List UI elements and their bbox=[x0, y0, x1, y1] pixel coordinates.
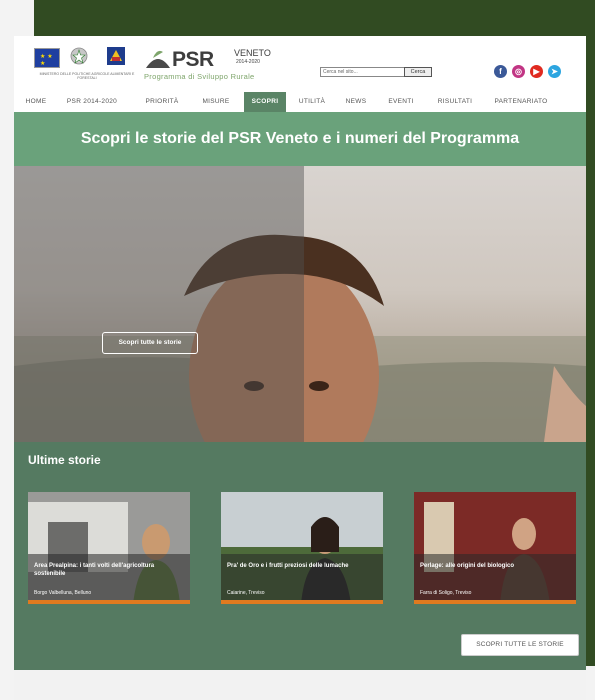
nav-item-psr[interactable]: PSR 2014-2020 bbox=[62, 92, 122, 112]
story-card-place: Caiarine, Treviso bbox=[227, 590, 265, 596]
story-card-place: Farra di Soligo, Treviso bbox=[420, 590, 472, 596]
nav-item-misure[interactable]: MISURE bbox=[196, 92, 236, 112]
stories-heading: Ultime storie bbox=[28, 453, 101, 467]
psr-logo[interactable]: PSR VENETO 2014-2020 Programma di Svilup… bbox=[144, 46, 294, 86]
story-card[interactable]: Pra' de Oro e i frutti preziosi delle lu… bbox=[221, 492, 383, 604]
nav-item-home[interactable]: HOME bbox=[20, 92, 52, 112]
eu-flag-icon: ★ ★ ★ bbox=[34, 48, 60, 68]
ministry-text: MINISTERO DELLE POLITICHE AGRICOLE ALIME… bbox=[39, 72, 135, 80]
nav-item-news[interactable]: NEWS bbox=[340, 92, 372, 112]
story-card-accent bbox=[221, 600, 383, 604]
instagram-icon[interactable]: ◎ bbox=[512, 65, 525, 78]
nav-item-utilita[interactable]: UTILITÀ bbox=[294, 92, 330, 112]
story-card-title: Area Prealpina: i tanti volti dell'agric… bbox=[34, 563, 155, 577]
story-card-caption: Area Prealpina: i tanti volti dell'agric… bbox=[28, 554, 190, 600]
story-card[interactable]: Area Prealpina: i tanti volti dell'agric… bbox=[28, 492, 190, 604]
top-frame-bar bbox=[34, 0, 595, 36]
nav-item-eventi[interactable]: EVENTI bbox=[382, 92, 420, 112]
title-band: Scopri le storie del PSR Veneto e i nume… bbox=[14, 112, 586, 166]
facebook-icon[interactable]: f bbox=[494, 65, 507, 78]
side-frame-bar bbox=[586, 36, 595, 666]
story-card-caption: Perlage: alle origini del biologico Farr… bbox=[414, 554, 576, 600]
story-card-title: Perlage: alle origini del biologico bbox=[420, 563, 515, 569]
main-nav: HOME PSR 2014-2020 PRIORITÀ MISURE SCOPR… bbox=[14, 92, 586, 112]
nav-item-scopri[interactable]: SCOPRI bbox=[244, 92, 286, 112]
telegram-icon[interactable]: ➤ bbox=[548, 65, 561, 78]
psr-leaf-logo-icon bbox=[146, 50, 170, 68]
all-stories-button[interactable]: SCOPRI TUTTE LE STORIE bbox=[461, 634, 579, 656]
youtube-icon[interactable]: ▶ bbox=[530, 65, 543, 78]
footer-area bbox=[14, 670, 586, 700]
story-card-place: Borgo Valbelluna, Belluno bbox=[34, 590, 92, 596]
hero-image: Scopri tutte le storie bbox=[14, 166, 586, 442]
story-card-caption: Pra' de Oro e i frutti preziosi delle lu… bbox=[221, 554, 383, 600]
hero-overlay bbox=[14, 166, 304, 442]
nav-item-priorita[interactable]: PRIORITÀ bbox=[140, 92, 184, 112]
story-card-accent bbox=[28, 600, 190, 604]
search-button[interactable]: Cerca bbox=[404, 67, 432, 77]
nav-item-partenariato[interactable]: PARTENARIATO bbox=[488, 92, 554, 112]
logo-subtitle-text: Programma di Sviluppo Rurale bbox=[144, 72, 255, 81]
logo-psr-text: PSR bbox=[172, 48, 214, 71]
logo-region-text: VENETO bbox=[234, 48, 271, 58]
search-input[interactable]: Cerca nel sito... bbox=[320, 67, 406, 77]
page: ★ ★ ★ MINISTERO DELLE POLITICHE AGRICOLE… bbox=[14, 36, 586, 700]
story-card-title: Pra' de Oro e i frutti preziosi delle lu… bbox=[227, 563, 349, 569]
page-title: Scopri le storie del PSR Veneto e i nume… bbox=[80, 130, 520, 147]
italy-emblem-icon bbox=[70, 47, 88, 65]
nav-item-risultati[interactable]: RISULTATI bbox=[430, 92, 480, 112]
discover-stories-button[interactable]: Scopri tutte le storie bbox=[102, 332, 198, 354]
regione-veneto-logo-icon bbox=[107, 47, 125, 65]
logo-years-text: 2014-2020 bbox=[236, 59, 260, 65]
header: ★ ★ ★ MINISTERO DELLE POLITICHE AGRICOLE… bbox=[14, 36, 586, 92]
story-card[interactable]: Perlage: alle origini del biologico Farr… bbox=[414, 492, 576, 604]
story-card-accent bbox=[414, 600, 576, 604]
